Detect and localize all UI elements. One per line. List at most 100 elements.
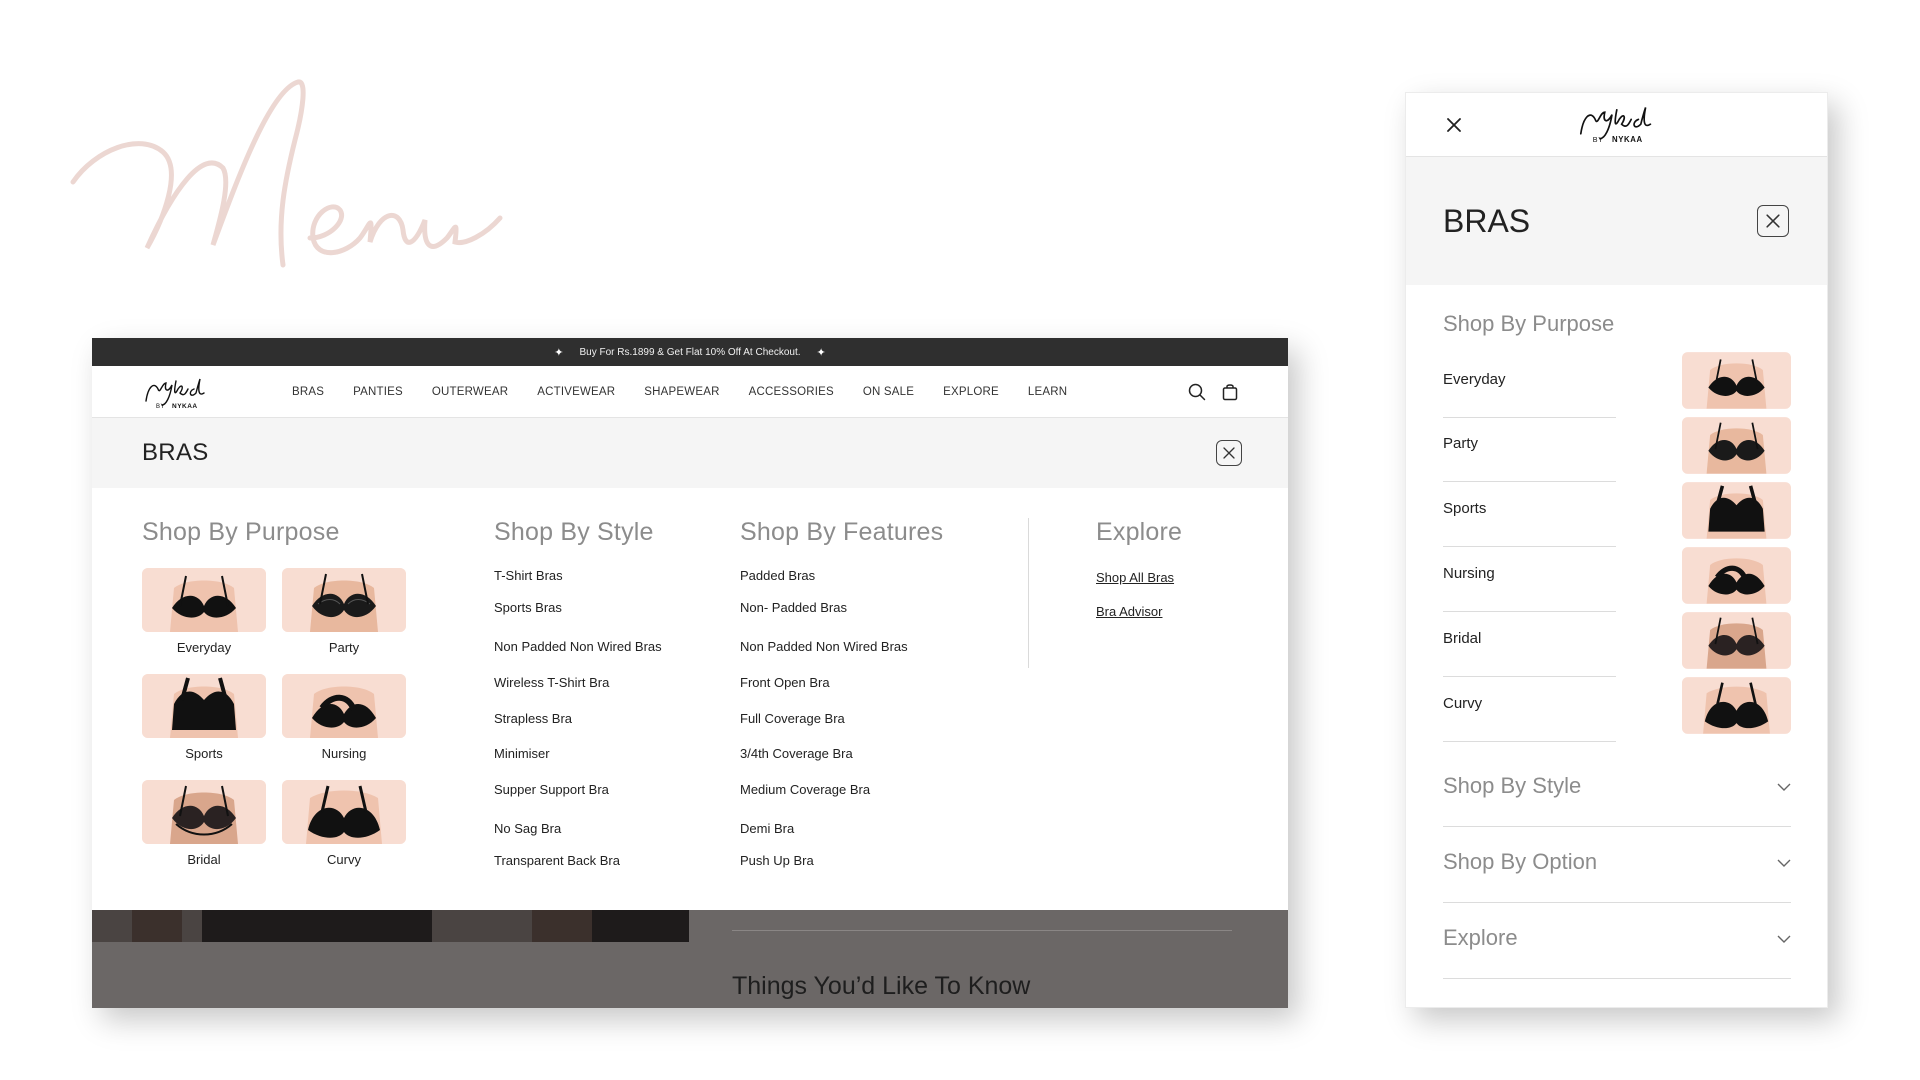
- search-icon[interactable]: [1188, 383, 1206, 401]
- product-thumbnail[interactable]: [1682, 612, 1791, 669]
- style-link[interactable]: Non Padded Non Wired Bras: [494, 639, 662, 654]
- nav-learn[interactable]: LEARN: [1028, 386, 1067, 398]
- purpose-label: Party: [1443, 435, 1479, 452]
- nav-icons: [1188, 383, 1238, 401]
- style-link[interactable]: Strapless Bra: [494, 711, 572, 726]
- purpose-label: Party: [328, 640, 360, 655]
- purpose-label: Curvy: [327, 852, 361, 867]
- svg-text:NYKAA: NYKAA: [1612, 135, 1643, 144]
- divider: [732, 930, 1232, 931]
- purpose-label: Bridal: [1443, 630, 1482, 647]
- product-thumbnail: [142, 568, 266, 632]
- style-link[interactable]: Minimiser: [494, 746, 550, 761]
- purpose-label: Bridal: [187, 852, 221, 867]
- style-link[interactable]: Transparent Back Bra: [494, 853, 620, 868]
- style-link[interactable]: No Sag Bra: [494, 821, 561, 836]
- bra-advisor-link[interactable]: Bra Advisor: [1096, 604, 1162, 619]
- feature-link[interactable]: Full Coverage Bra: [740, 711, 845, 726]
- accordion-label: Shop By Style: [1443, 773, 1582, 798]
- purpose-card-curvy[interactable]: Curvy: [282, 780, 406, 867]
- svg-text:BY: BY: [156, 404, 165, 409]
- product-thumbnail[interactable]: [1682, 352, 1791, 409]
- mobile-header: BY NYKAA: [1406, 93, 1827, 157]
- purpose-card-bridal[interactable]: Bridal: [142, 780, 266, 867]
- style-link[interactable]: Wireless T-Shirt Bra: [494, 675, 609, 690]
- mega-menu: Shop By Purpose Everyday Party Sports Nu…: [92, 488, 1288, 910]
- style-link[interactable]: Sports Bras: [494, 600, 562, 615]
- feature-link[interactable]: Medium Coverage Bra: [740, 782, 870, 797]
- explore-heading: Explore: [1096, 518, 1183, 546]
- sparkle-icon: ✦: [554, 346, 564, 359]
- accordion-label: Shop By Option: [1443, 849, 1598, 874]
- promo-text: Buy For Rs.1899 & Get Flat 10% Off At Ch…: [579, 346, 801, 358]
- mobile-purpose-item-everyday[interactable]: Everyday: [1443, 353, 1616, 418]
- nav-bras[interactable]: BRAS: [292, 386, 324, 398]
- nav-outerwear[interactable]: OUTERWEAR: [432, 386, 508, 398]
- feature-link[interactable]: Demi Bra: [740, 821, 794, 836]
- style-link[interactable]: Supper Support Bra: [494, 782, 609, 797]
- feature-link[interactable]: Front Open Bra: [740, 675, 830, 690]
- shop-by-features-heading: Shop By Features: [740, 518, 944, 546]
- purpose-label: Sports: [185, 746, 223, 761]
- product-thumbnail[interactable]: [1682, 417, 1791, 474]
- purpose-card-everyday[interactable]: Everyday: [142, 568, 266, 655]
- close-icon: [1223, 447, 1235, 459]
- feature-link[interactable]: Padded Bras: [740, 568, 815, 583]
- product-thumbnail[interactable]: [1682, 482, 1791, 539]
- product-thumbnail: [282, 568, 406, 632]
- accordion-shop-by-option[interactable]: Shop By Option: [1443, 827, 1791, 903]
- mobile-purpose-item-party[interactable]: Party: [1443, 417, 1616, 482]
- hero-image: [92, 910, 689, 942]
- sparkle-icon: ✦: [816, 346, 826, 359]
- mobile-purpose-item-curvy[interactable]: Curvy: [1443, 677, 1616, 742]
- product-thumbnail[interactable]: [1682, 547, 1791, 604]
- nav-explore[interactable]: EXPLORE: [943, 386, 999, 398]
- close-category-button[interactable]: [1757, 205, 1789, 237]
- product-thumbnail: [282, 780, 406, 844]
- dimmed-page-overlay[interactable]: Things You’d Like To Know: [92, 910, 1288, 1008]
- feature-link[interactable]: 3/4th Coverage Bra: [740, 746, 853, 761]
- svg-text:BY: BY: [1593, 135, 1604, 144]
- accordion-shop-by-style[interactable]: Shop By Style: [1443, 751, 1791, 827]
- nav-shapewear[interactable]: SHAPEWEAR: [644, 386, 719, 398]
- purpose-label: Everyday: [176, 640, 232, 655]
- purpose-label: Sports: [1443, 500, 1487, 517]
- purpose-card-sports[interactable]: Sports: [142, 674, 266, 761]
- purpose-label: Nursing: [321, 746, 367, 761]
- nav-activewear[interactable]: ACTIVEWEAR: [537, 386, 615, 398]
- product-thumbnail[interactable]: [1682, 677, 1791, 734]
- feature-link[interactable]: Non- Padded Bras: [740, 600, 847, 615]
- nav-panties[interactable]: PANTIES: [353, 386, 403, 398]
- style-link[interactable]: T-Shirt Bras: [494, 568, 563, 583]
- mobile-purpose-item-bridal[interactable]: Bridal: [1443, 612, 1616, 677]
- nykd-logo[interactable]: BY NYKAA: [1576, 102, 1660, 144]
- shopping-bag-icon[interactable]: [1222, 383, 1238, 401]
- desktop-menu-mockup: ✦ Buy For Rs.1899 & Get Flat 10% Off At …: [92, 338, 1288, 1008]
- nav-accessories[interactable]: ACCESSORIES: [749, 386, 834, 398]
- feature-link[interactable]: Non Padded Non Wired Bras: [740, 639, 908, 654]
- purpose-label: Curvy: [1443, 695, 1483, 712]
- menu-script-title: [70, 79, 503, 268]
- shop-all-bras-link[interactable]: Shop All Bras: [1096, 570, 1174, 585]
- shop-by-purpose-heading: Shop By Purpose: [142, 518, 340, 546]
- purpose-card-nursing[interactable]: Nursing: [282, 674, 406, 761]
- column-divider: [1028, 518, 1029, 668]
- nykd-logo[interactable]: BY NYKAA: [142, 375, 212, 409]
- mobile-category-band: BRAS: [1406, 157, 1827, 285]
- nav-on-sale[interactable]: ON SALE: [863, 386, 914, 398]
- things-to-know-heading: Things You’d Like To Know: [732, 972, 1031, 1000]
- accordion-explore[interactable]: Explore: [1443, 903, 1791, 979]
- mobile-purpose-item-sports[interactable]: Sports: [1443, 482, 1616, 547]
- mobile-category-title: BRAS: [1443, 203, 1531, 239]
- mobile-purpose-item-nursing[interactable]: Nursing: [1443, 547, 1616, 612]
- purpose-label: Everyday: [1443, 371, 1506, 388]
- close-icon[interactable]: [1446, 117, 1462, 133]
- nav-links: BRAS PANTIES OUTERWEAR ACTIVEWEAR SHAPEW…: [292, 366, 1096, 418]
- feature-link[interactable]: Push Up Bra: [740, 853, 814, 868]
- purpose-card-party[interactable]: Party: [282, 568, 406, 655]
- product-thumbnail: [142, 780, 266, 844]
- close-menu-button[interactable]: [1216, 440, 1242, 466]
- purpose-label: Nursing: [1443, 565, 1495, 582]
- svg-text:NYKAA: NYKAA: [172, 403, 198, 409]
- product-thumbnail: [282, 674, 406, 738]
